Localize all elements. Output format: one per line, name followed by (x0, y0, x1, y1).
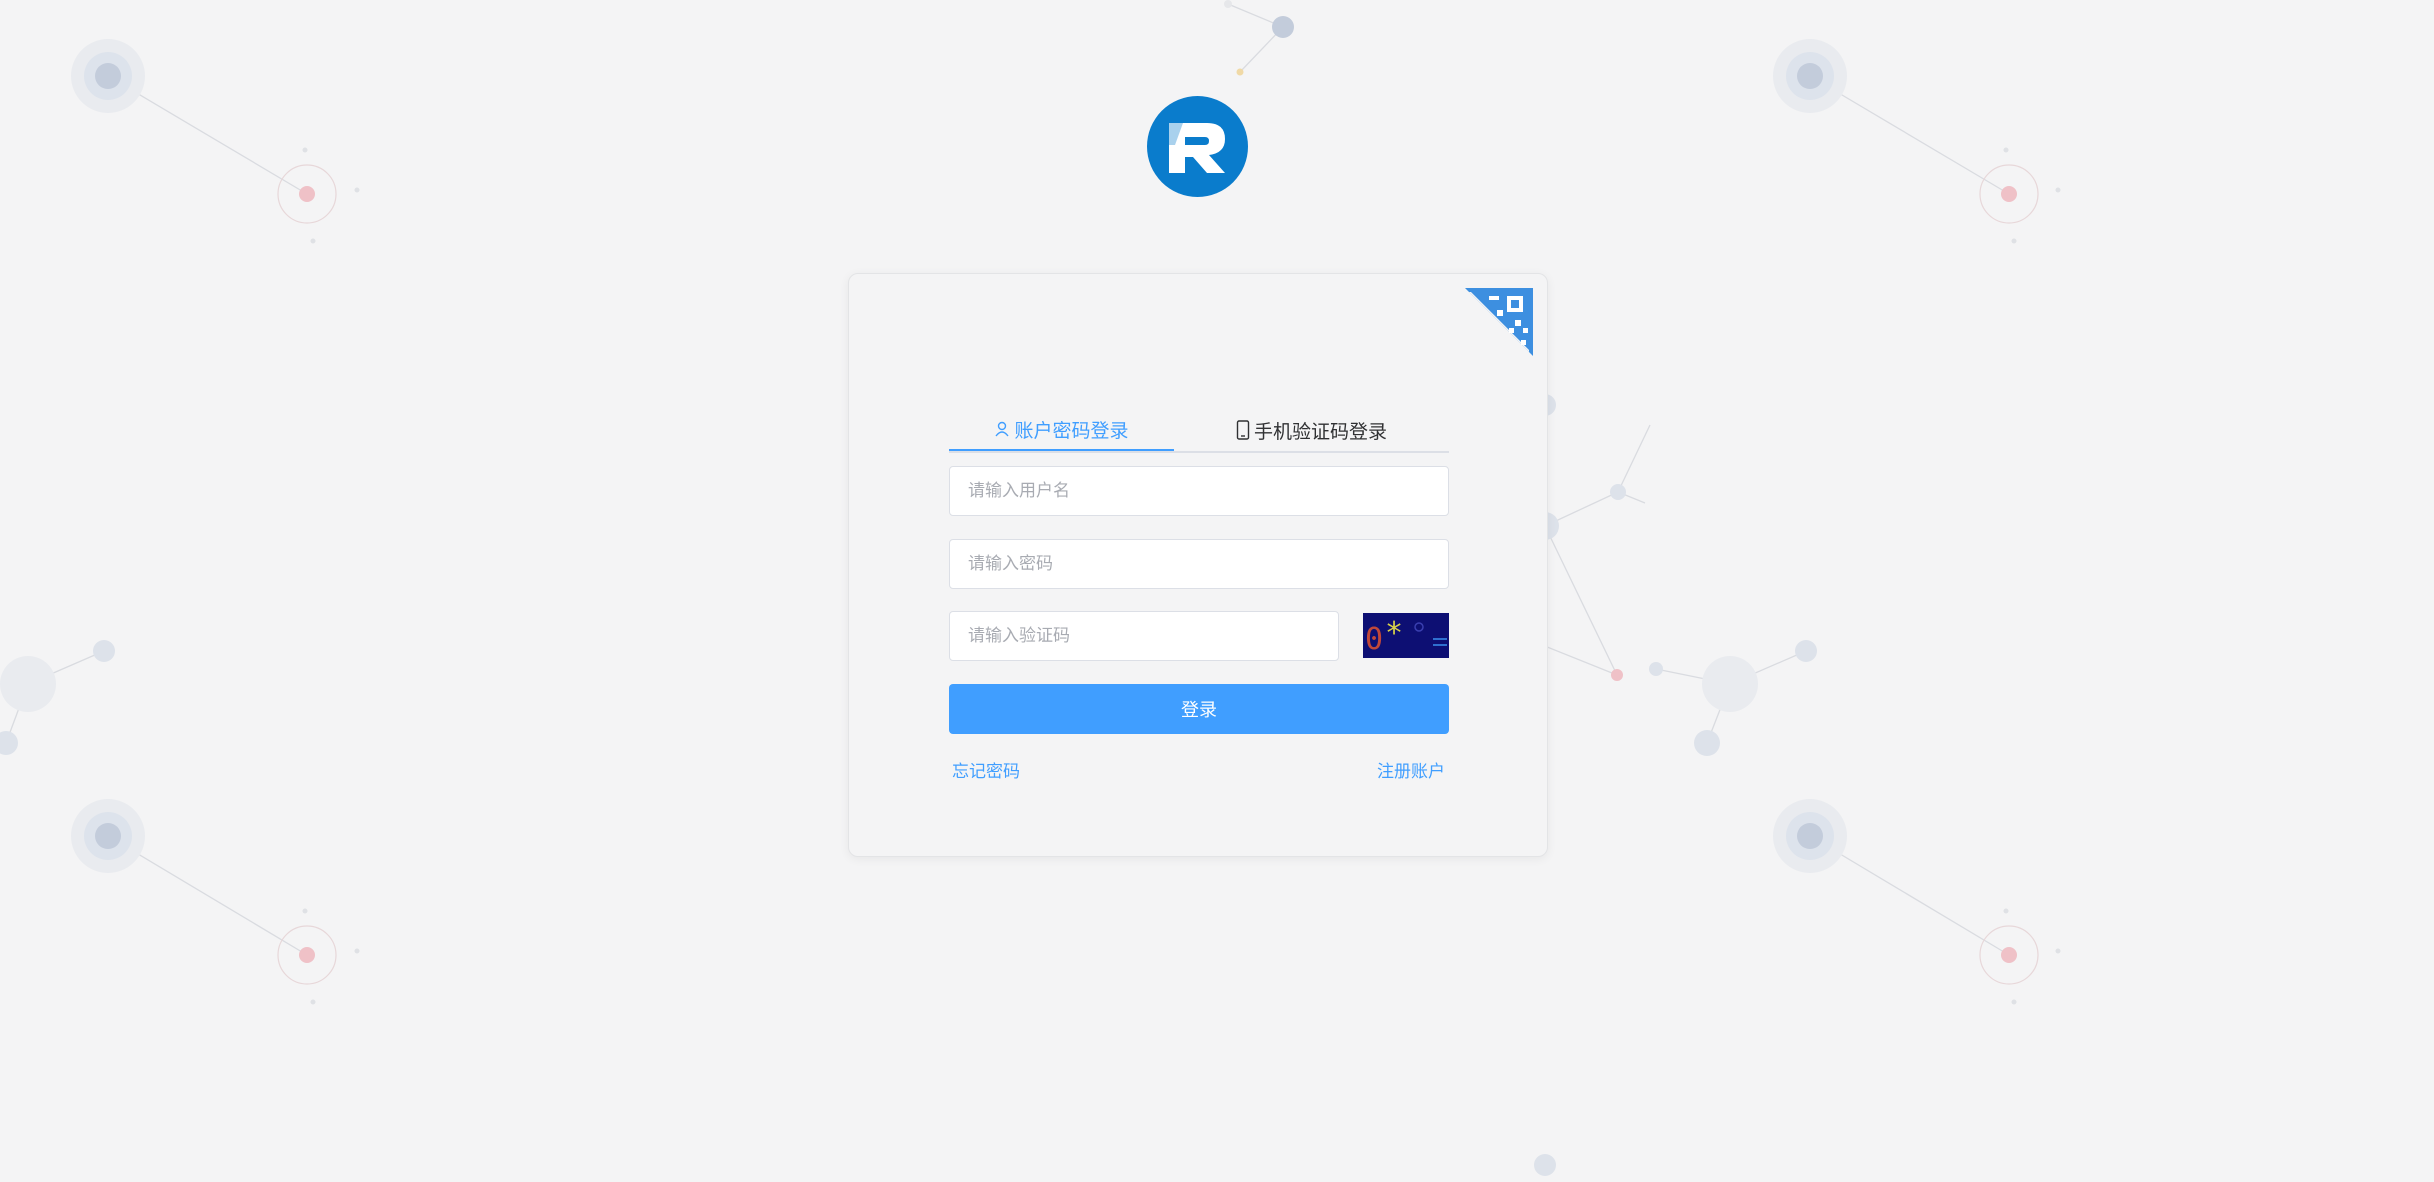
captcha-graphic: 0 * (1365, 616, 1447, 657)
tab-sms-code[interactable]: 手机验证码登录 (1174, 409, 1449, 451)
username-input[interactable] (949, 466, 1449, 516)
login-page: 账户密码登录 手机验证码登录 0 * 登录 忘记密码 注 (0, 0, 2434, 1182)
tab-account-password[interactable]: 账户密码登录 (949, 409, 1174, 451)
tab-phone-label: 手机验证码登录 (1253, 420, 1387, 443)
login-button[interactable]: 登录 (949, 684, 1449, 734)
register-link[interactable]: 注册账户 (1377, 757, 1445, 782)
brand-logo (1147, 96, 1248, 197)
login-card: 账户密码登录 手机验证码登录 0 * 登录 忘记密码 注 (848, 273, 1548, 857)
tab-account-label: 账户密码登录 (1014, 419, 1129, 442)
user-icon (995, 421, 1010, 437)
captcha-input[interactable] (949, 611, 1339, 661)
captcha-image[interactable]: 0 * (1363, 613, 1449, 658)
captcha-char-1: 0 (1365, 622, 1383, 657)
mobile-phone-icon (1236, 420, 1250, 440)
qr-code-icon[interactable] (1465, 288, 1533, 356)
forgot-password-link[interactable]: 忘记密码 (952, 757, 1020, 782)
captcha-char-2: * (1385, 616, 1403, 651)
login-tabs: 账户密码登录 手机验证码登录 (949, 409, 1449, 453)
r-logo-icon (1168, 122, 1225, 173)
password-input[interactable] (949, 539, 1449, 589)
